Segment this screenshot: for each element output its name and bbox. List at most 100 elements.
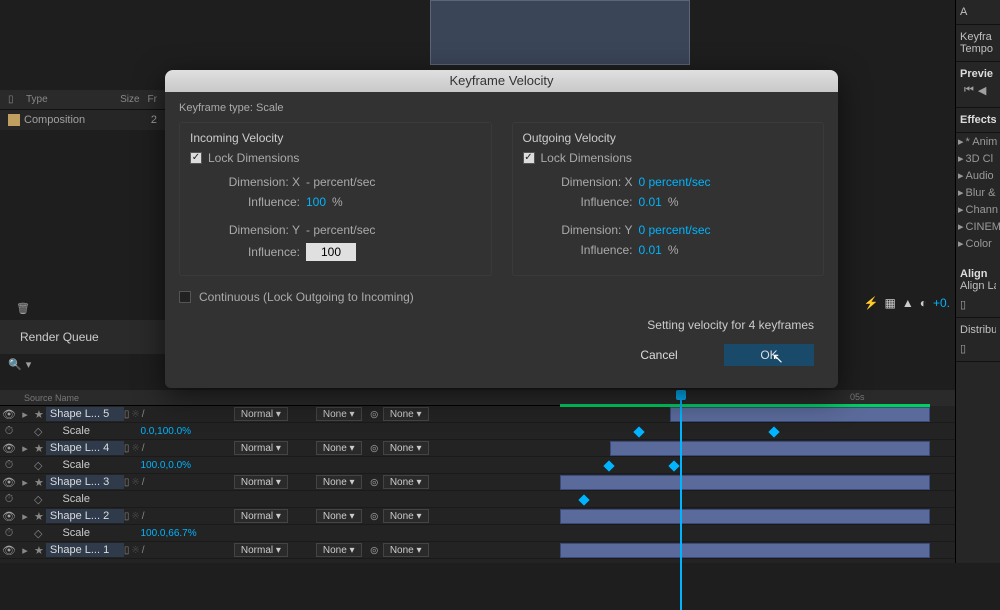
effect-category[interactable]: ▸Chann [956,201,1000,218]
layer-switches[interactable]: ▯※/ [124,443,164,454]
layer-bar[interactable] [610,441,930,456]
dimension-x-value[interactable]: 0 percent/sec [639,175,711,189]
keyframe[interactable] [668,460,679,471]
blend-mode-dropdown[interactable]: Normal ▾ [234,509,288,523]
triangle-icon[interactable]: ▸ [18,442,32,455]
property-value[interactable]: 0.0,100.0% [140,426,191,437]
parent-dropdown[interactable]: None ▾ [383,475,429,489]
visibility-icon[interactable]: 👁 [0,544,18,557]
pickwhip-icon[interactable]: ⊚ [370,510,379,523]
stopwatch-icon[interactable]: ⏱ [0,493,18,506]
timeline-tracks[interactable] [560,406,930,563]
triangle-icon[interactable]: ▸ [18,476,32,489]
effect-category[interactable]: ▸Audio [956,167,1000,184]
layer-switches[interactable]: ▯※/ [124,545,164,556]
parent-dropdown[interactable]: None ▾ [383,509,429,523]
layer-bar[interactable] [560,475,930,490]
keyframe[interactable] [578,494,589,505]
effect-category[interactable]: ▸* Anim [956,133,1000,150]
keyframe-nav-icon[interactable]: ◇ [34,425,42,438]
layer-name[interactable]: Shape L... 3 [46,475,124,489]
3d-icon[interactable]: ▲ [902,296,914,310]
stopwatch-icon[interactable]: ⏱ [0,459,18,472]
triangle-icon[interactable]: ▸ [18,510,32,523]
blend-mode-dropdown[interactable]: Normal ▾ [234,543,288,557]
exposure-icon[interactable]: ◐ [920,296,927,310]
parent-dropdown[interactable]: None ▾ [383,441,429,455]
property-name[interactable]: Scale [44,425,122,437]
keyframe[interactable] [633,426,644,437]
pickwhip-icon[interactable]: ⊚ [370,442,379,455]
property-value[interactable]: 100.0,66.7% [140,528,196,539]
lock-dimensions-checkbox[interactable]: ✓ [190,152,202,164]
visibility-icon[interactable]: 👁 [0,442,18,455]
layer-bar[interactable] [560,509,930,524]
dimension-y-value[interactable]: 0 percent/sec [639,223,711,237]
project-fr-col[interactable]: Fr [148,94,157,105]
lock-dimensions-checkbox[interactable]: ✓ [523,152,535,164]
snapshot-icon[interactable]: ⚡ [864,296,879,310]
triangle-icon[interactable]: ▸ [18,544,32,557]
prev-frame-icon[interactable]: ◀ [978,84,986,97]
timeline-search[interactable]: 🔍▾ [0,352,165,377]
cancel-button[interactable]: Cancel [614,344,704,366]
layer-switches[interactable]: ▯※/ [124,511,164,522]
project-size-col[interactable]: Size [120,94,139,105]
effect-category[interactable]: ▸Blur & [956,184,1000,201]
influence-x-value[interactable]: 100 [306,195,326,209]
influence-y-input[interactable] [306,243,356,261]
blend-mode-dropdown[interactable]: Normal ▾ [234,475,288,489]
influence-x-value[interactable]: 0.01 [639,195,662,209]
effect-category[interactable]: ▸3D Cl [956,150,1000,167]
track-matte-dropdown[interactable]: None ▾ [316,441,362,455]
effect-category[interactable]: ▸Color [956,235,1000,252]
render-queue-tab[interactable]: Render Queue [0,320,165,354]
property-name[interactable]: Scale [44,459,122,471]
triangle-icon[interactable]: ▸ [18,408,32,421]
keyframe[interactable] [768,426,779,437]
layer-name[interactable]: Shape L... 2 [46,509,124,523]
pickwhip-icon[interactable]: ⊚ [370,544,379,557]
track-matte-dropdown[interactable]: None ▾ [316,407,362,421]
exposure-value[interactable]: +0. [933,296,950,310]
visibility-icon[interactable]: 👁 [0,510,18,523]
influence-y-value[interactable]: 0.01 [639,243,662,257]
source-name-col[interactable]: Source Name [24,393,79,403]
track-matte-dropdown[interactable]: None ▾ [316,475,362,489]
blend-mode-dropdown[interactable]: Normal ▾ [234,441,288,455]
property-name[interactable]: Scale [44,493,122,505]
effect-category[interactable]: ▸CINEM [956,218,1000,235]
keyframe-nav-icon[interactable]: ◇ [34,527,42,540]
pickwhip-icon[interactable]: ⊚ [370,476,379,489]
pickwhip-icon[interactable]: ⊚ [370,408,379,421]
first-frame-icon[interactable]: ⏮ [964,84,974,97]
visibility-icon[interactable]: 👁 [0,408,18,421]
layer-name[interactable]: Shape L... 1 [46,543,124,557]
stopwatch-icon[interactable]: ⏱ [0,527,18,540]
layer-bar[interactable] [670,407,930,422]
distribute-icon[interactable]: ▯ [960,342,996,355]
project-trash[interactable]: 🗑 [0,296,165,321]
track-matte-dropdown[interactable]: None ▾ [316,509,362,523]
layer-switches[interactable]: ▯※/ [124,477,164,488]
continuous-checkbox[interactable] [179,291,191,303]
property-value[interactable]: 100.0,0.0% [140,460,191,471]
blend-mode-dropdown[interactable]: Normal ▾ [234,407,288,421]
property-name[interactable]: Scale [44,527,122,539]
ok-button[interactable]: OK ↖ [724,344,814,366]
layer-name[interactable]: Shape L... 5 [46,407,124,421]
parent-dropdown[interactable]: None ▾ [383,543,429,557]
flowchart-icon[interactable]: ▦ [885,296,896,310]
track-matte-dropdown[interactable]: None ▾ [316,543,362,557]
visibility-icon[interactable]: 👁 [0,476,18,489]
layer-switches[interactable]: ▯※/ [124,409,164,420]
keyframe-nav-icon[interactable]: ◇ [34,459,42,472]
keyframe-nav-icon[interactable]: ◇ [34,493,42,506]
project-item[interactable]: Composition 2 [0,110,165,130]
layer-name[interactable]: Shape L... 4 [46,441,124,455]
parent-dropdown[interactable]: None ▾ [383,407,429,421]
stopwatch-icon[interactable]: ⏱ [0,425,18,438]
align-left-icon[interactable]: ▯ [960,298,996,311]
keyframe[interactable] [603,460,614,471]
playhead[interactable] [680,390,682,610]
